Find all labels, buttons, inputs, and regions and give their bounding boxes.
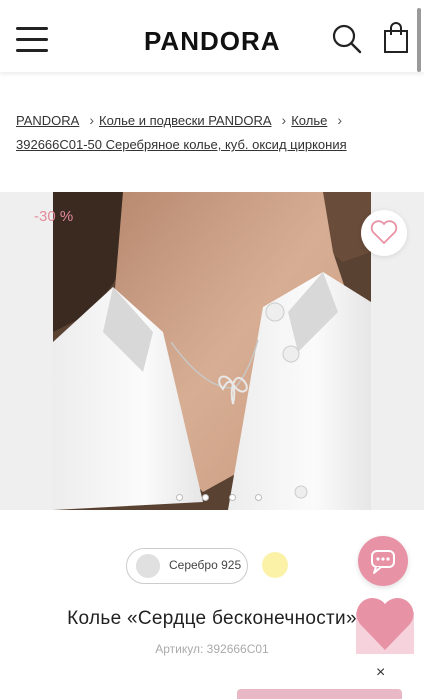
close-icon[interactable]: ×	[376, 664, 385, 682]
chat-bubble-icon	[371, 550, 395, 574]
pandora-logo[interactable]: PANDORA	[144, 26, 281, 57]
chat-button[interactable]	[358, 536, 408, 586]
add-to-cart-bar[interactable]	[237, 689, 402, 699]
breadcrumb-necklaces[interactable]: Колье	[291, 113, 327, 128]
header: PANDORA	[0, 0, 424, 72]
product-image-gallery[interactable]: -30 %	[0, 192, 424, 510]
gold-swatch-button[interactable]	[262, 552, 288, 578]
breadcrumb-pandora[interactable]: PANDORA	[16, 113, 79, 128]
variant-label: Серебро 925	[169, 558, 242, 572]
gallery-dot[interactable]	[176, 494, 183, 501]
chevron-right-icon: ›	[89, 112, 94, 128]
wishlist-button[interactable]	[361, 210, 407, 256]
variant-silver-button[interactable]: Серебро 925	[126, 548, 248, 584]
chevron-right-icon: ›	[337, 112, 342, 128]
heart-outline-icon	[370, 220, 398, 245]
gallery-pagination	[176, 488, 277, 506]
gallery-dot[interactable]	[202, 494, 210, 501]
heart-icon	[356, 597, 414, 654]
necklace-model-image	[53, 192, 371, 510]
discount-badge: -30 %	[34, 208, 74, 225]
product-page: PANDORA › Колье и подвески PANDORA › Колье › …	[0, 72, 424, 699]
gallery-dot[interactable]	[255, 494, 263, 501]
breadcrumb: PANDORA › Колье и подвески PANDORA › Колье › …	[16, 108, 416, 157]
chevron-right-icon: ›	[281, 112, 287, 128]
shopping-bag-icon[interactable]	[383, 22, 409, 54]
search-icon[interactable]	[332, 24, 362, 54]
breadcrumb-current-product[interactable]: 392666C01-50 Серебряное колье, куб. окси…	[16, 137, 347, 152]
product-photo[interactable]	[53, 192, 371, 510]
heart-promo-widget[interactable]	[354, 592, 416, 656]
silver-swatch	[136, 554, 160, 578]
hamburger-menu-icon[interactable]	[16, 27, 48, 53]
breadcrumb-necklaces-pendants[interactable]: Колье и подвески PANDORA	[99, 113, 272, 128]
scrollbar[interactable]	[417, 8, 421, 72]
gallery-dot[interactable]	[228, 494, 236, 501]
